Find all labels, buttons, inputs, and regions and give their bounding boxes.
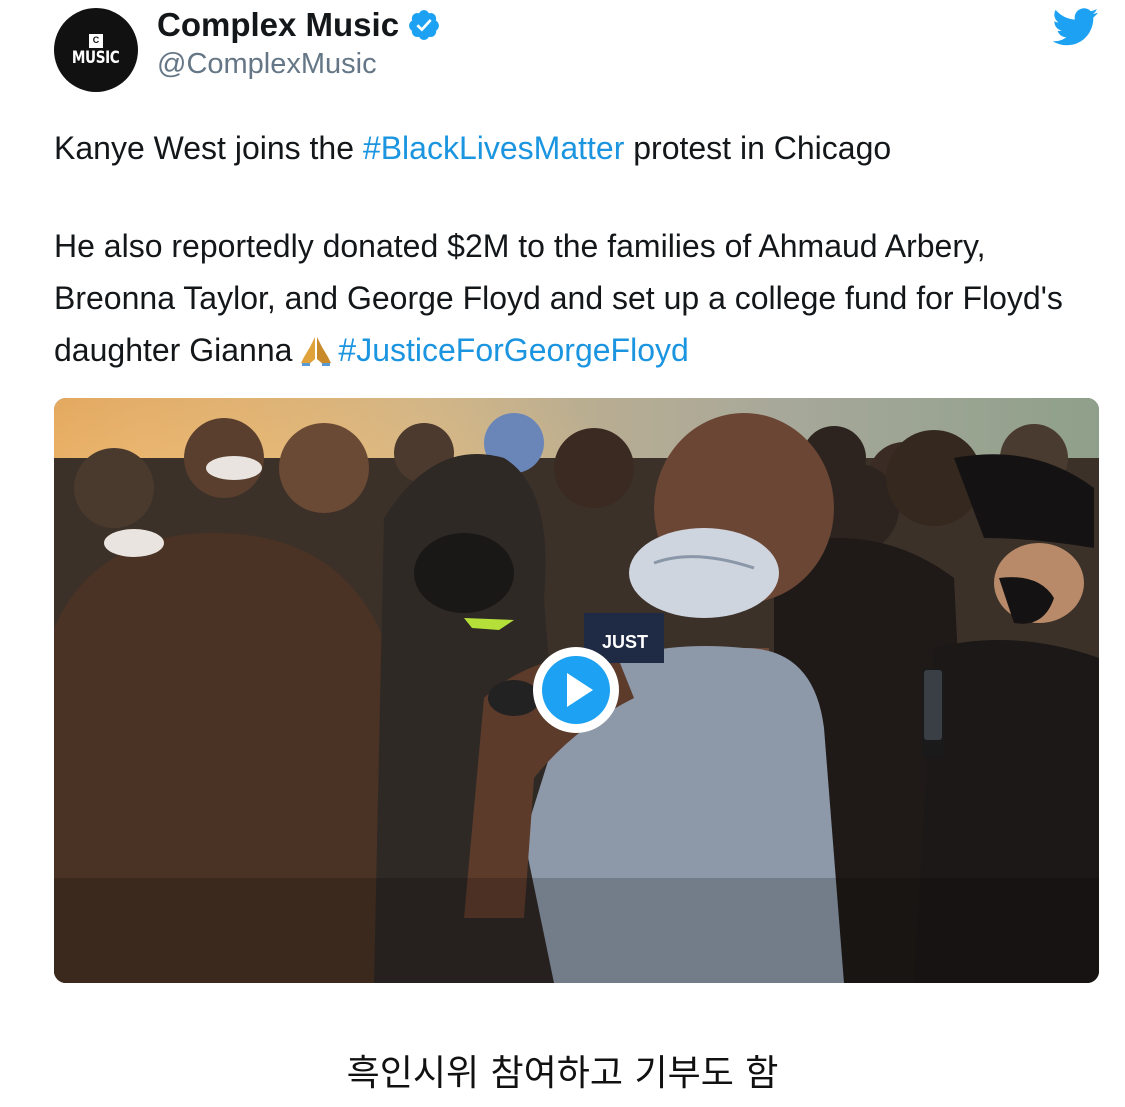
hashtag-blacklivesmatter[interactable]: #BlackLivesMatter: [363, 130, 624, 166]
tweet-text-segment: protest in Chicago: [624, 130, 892, 166]
tweet-text-segment: Kanye West joins the: [54, 130, 363, 166]
complex-logo-icon: C: [89, 33, 103, 48]
handle[interactable]: @ComplexMusic: [157, 48, 377, 81]
tweet-line-1: Kanye West joins the #BlackLivesMatter p…: [54, 122, 1104, 174]
image-caption: 흑인시위 참여하고 기부도 함: [346, 1053, 779, 1094]
avatar-label: MUSIC: [72, 47, 120, 68]
tweet-card: C MUSIC Complex Music @ComplexMusic Kany…: [0, 0, 1125, 1000]
video-media[interactable]: JUST: [54, 398, 1099, 983]
tweet-text: Kanye West joins the #BlackLivesMatter p…: [54, 122, 1104, 376]
hashtag-justiceforgeorgefloyd[interactable]: #JusticeForGeorgeFloyd: [338, 332, 688, 368]
display-name[interactable]: Complex Music: [157, 6, 399, 44]
twitter-bird-icon[interactable]: [1053, 8, 1099, 46]
avatar[interactable]: C MUSIC: [54, 8, 138, 92]
tweet-paragraph-2: He also reportedly donated $2M to the fa…: [54, 220, 1104, 376]
folded-hands-emoji: [301, 337, 332, 366]
author-row: Complex Music: [157, 6, 441, 44]
play-icon[interactable]: [530, 644, 622, 736]
verified-badge-icon: [409, 10, 439, 40]
